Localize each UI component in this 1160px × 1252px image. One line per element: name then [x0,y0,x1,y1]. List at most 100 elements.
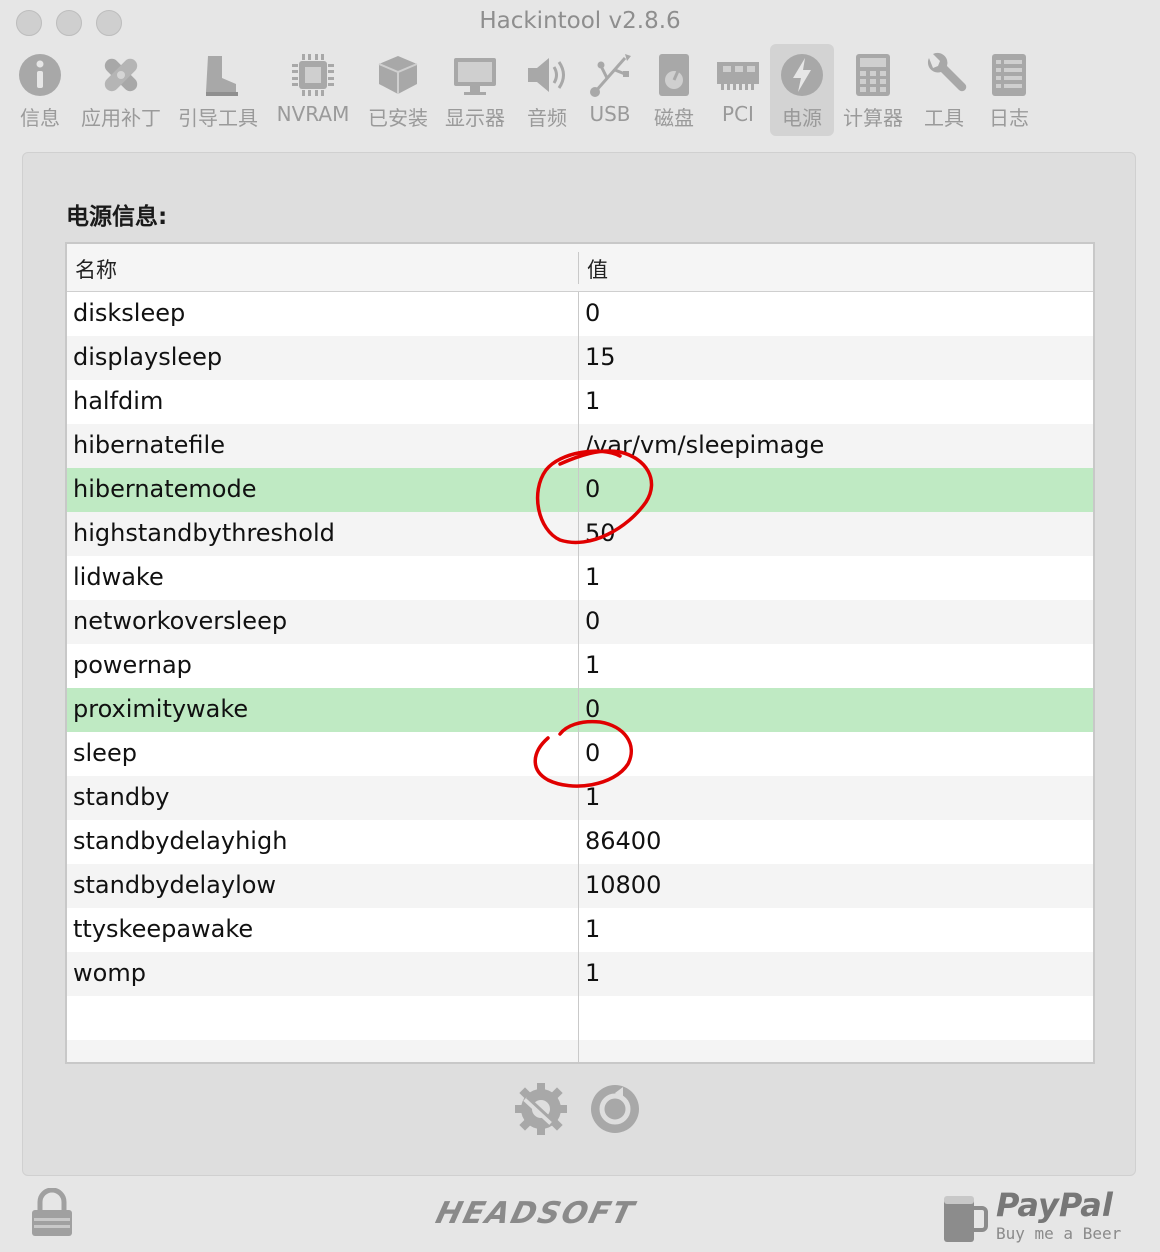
section-title: 电源信息: [66,204,168,230]
table-row[interactable]: highstandbythreshold 50 [67,512,1093,556]
log-list-icon [992,54,1026,96]
tab-audio[interactable]: 音频 [516,44,578,136]
cell-value: 86400 [585,827,662,855]
tab-calculator[interactable]: 计算器 [838,44,908,136]
tab-label: 电源 [782,106,822,130]
tab-installed[interactable]: 已安装 [362,44,434,136]
toolbar: 信息 应用补丁 引导工具 NVRAM 已安装 显示器 音频 USB 磁盘 PCI… [0,44,1160,136]
tab-label: 磁盘 [654,106,694,130]
tab-info[interactable]: 信息 [8,44,72,136]
boot-icon [206,56,238,96]
table-row[interactable]: sleep 0 [67,732,1093,776]
tab-boot[interactable]: 引导工具 [172,44,264,136]
table-row[interactable]: standbydelaylow 10800 [67,864,1093,908]
table-row[interactable] [67,996,1093,1040]
column-header-value[interactable]: 值 [587,254,608,284]
lock-icon[interactable] [26,1188,78,1240]
table-row[interactable]: lidwake 1 [67,556,1093,600]
cell-value: 1 [585,783,601,811]
calculator-icon [856,54,890,96]
table-row[interactable]: halfdim 1 [67,380,1093,424]
wrench-icon [927,52,967,92]
paypal-donate-button[interactable]: PayPal Buy me a Beer [940,1186,1140,1246]
table-row[interactable]: womp 1 [67,952,1093,996]
cell-value: 0 [585,739,601,767]
cell-name: standby [73,783,170,811]
table-row[interactable]: proximitywake 0 [67,688,1093,732]
tab-label: USB [589,102,631,126]
tab-label: 已安装 [368,106,428,130]
cell-name: hibernatefile [73,431,225,459]
power-settings-gear-icon[interactable] [515,1083,567,1135]
title-bar: Hackintool v2.8.6 [0,0,1160,44]
tab-label: 显示器 [445,106,505,130]
table-row[interactable]: disksleep 0 [67,292,1093,336]
cell-value: 10800 [585,871,662,899]
cell-name: sleep [73,739,137,767]
tab-display[interactable]: 显示器 [440,44,510,136]
cell-name: networkoversleep [73,607,288,635]
table-row[interactable]: networkoversleep 0 [67,600,1093,644]
cell-name: womp [73,959,146,987]
tab-label: 计算器 [843,106,903,130]
beer-mug-icon [944,1196,988,1242]
cell-value: 50 [585,519,616,547]
display-icon [454,58,496,95]
table-header: 名称 值 [67,244,1093,292]
tab-tools[interactable]: 工具 [912,44,976,136]
refresh-icon[interactable] [591,1085,639,1133]
cell-value: 1 [585,651,601,679]
cell-value: 1 [585,959,601,987]
disk-icon [659,54,689,96]
cell-value: /var/vm/sleepimage [585,431,825,459]
cell-value: 0 [585,475,601,503]
cell-value: 15 [585,343,616,371]
tab-log[interactable]: 日志 [980,44,1038,136]
column-divider [578,292,579,1062]
cell-name: disksleep [73,299,186,327]
cell-value: 1 [585,387,601,415]
table-row[interactable]: hibernatemode 0 [67,468,1093,512]
cell-name: displaysleep [73,343,223,371]
tab-label: PCI [722,102,754,126]
bandage-icon [104,58,138,92]
tab-usb[interactable]: USB [582,44,638,136]
cell-value: 0 [585,299,601,327]
buy-me-a-beer-text: Buy me a Beer [996,1224,1122,1243]
column-divider [578,252,579,284]
tab-label: NVRAM [276,102,350,126]
cell-name: proximitywake [73,695,249,723]
tab-label: 工具 [924,106,964,130]
table-row[interactable]: displaysleep 15 [67,336,1093,380]
tab-label: 信息 [20,106,60,130]
paypal-text: PayPal [996,1186,1113,1224]
tab-disk[interactable]: 磁盘 [644,44,704,136]
table-row[interactable]: hibernatefile/var/vm/sleepimage [67,424,1093,468]
usb-icon [590,54,631,97]
cell-name: hibernatemode [73,475,257,503]
tab-patch[interactable]: 应用补丁 [76,44,166,136]
table-row[interactable]: standbydelayhigh 86400 [67,820,1093,864]
cell-value: 1 [585,563,601,591]
table-row[interactable] [67,1040,1093,1062]
cell-name: powernap [73,651,192,679]
tab-nvram[interactable]: NVRAM [270,44,356,136]
table-row[interactable]: ttyskeepawake 1 [67,908,1093,952]
column-header-name[interactable]: 名称 [75,254,117,284]
cell-name: ttyskeepawake [73,915,254,943]
tab-label: 音频 [527,106,567,130]
table-row[interactable]: powernap 1 [67,644,1093,688]
power-info-table[interactable]: 名称 值 disksleep 0 displaysleep 15 halfdim 1 hib… [65,242,1095,1064]
cell-value: 0 [585,607,601,635]
tab-power[interactable]: 电源 [770,44,834,136]
cell-value: 1 [585,915,601,943]
cell-name: standbydelayhigh [73,827,288,855]
hackintool-window: Hackintool v2.8.6 信息 应用补丁 引导工具 NVRAM 已安装… [0,0,1160,1252]
tab-label: 应用补丁 [81,106,161,130]
table-row[interactable]: standby 1 [67,776,1093,820]
tab-pci[interactable]: PCI [710,44,766,136]
speaker-icon [528,58,565,92]
tab-label: 日志 [989,106,1029,130]
headsoft-logo[interactable]: HEADSOFT [431,1196,731,1236]
pci-card-icon [717,62,759,90]
